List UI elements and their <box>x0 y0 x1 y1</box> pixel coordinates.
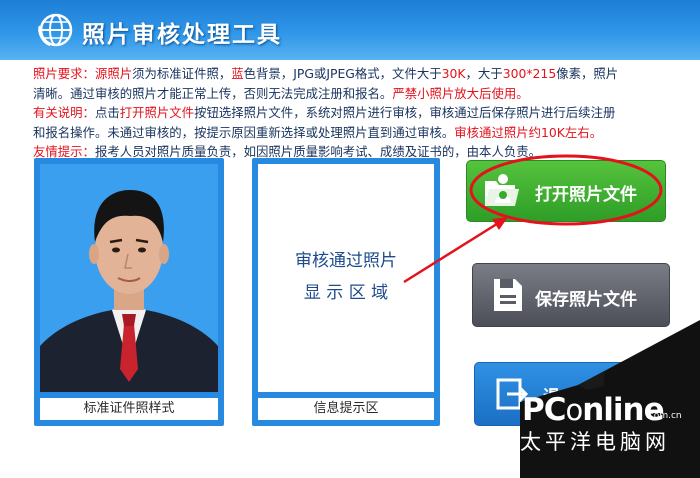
sample-id-photo <box>40 164 218 392</box>
display-area-text-1: 审核通过照片 <box>295 251 397 271</box>
info-panel: 审核通过照片 显 示 区 域 信息提示区 <box>252 158 440 426</box>
open-photo-button-label: 打开照片文件 <box>535 185 637 205</box>
watermark-domain: .com.cn <box>646 411 682 421</box>
save-document-icon <box>494 279 522 311</box>
sample-photo-caption: 标准证件照样式 <box>40 398 218 420</box>
save-photo-button-label: 保存照片文件 <box>535 290 637 310</box>
photo-display-area: 审核通过照片 显 示 区 域 <box>258 164 434 392</box>
sample-photo-panel: 标准证件照样式 <box>34 158 224 426</box>
notice-line-1: 照片要求：源照片须为标准证件照，蓝色背景，JPG或JPEG格式，文件大于30K，… <box>33 66 619 81</box>
open-photo-button[interactable]: 打开照片文件 <box>466 160 666 222</box>
app-header: 照片审核处理工具 <box>0 0 700 60</box>
watermark-cn-name: 太平洋电脑网 <box>520 430 670 454</box>
display-area-text-2: 显 示 区 域 <box>303 283 389 303</box>
save-photo-button[interactable]: 保存照片文件 <box>472 263 670 327</box>
globe-logo-icon <box>38 13 73 47</box>
notice-line-4: 和报名操作。未通过审核的，按提示原因重新选择或处理照片直到通过审核。审核通过照片… <box>33 124 603 140</box>
notice-text: 照片要求：源照片须为标准证件照，蓝色背景，JPG或JPEG格式，文件大于30K，… <box>33 64 655 162</box>
app-title: 照片审核处理工具 <box>82 22 282 48</box>
watermark-brand: PConline <box>522 392 665 428</box>
open-folder-photo-icon <box>485 174 519 206</box>
info-panel-caption: 信息提示区 <box>258 398 434 420</box>
notice-line-3: 有关说明：点击打开照片文件按钮选择照片文件，系统对照片进行审核，审核通过后保存照… <box>33 105 616 120</box>
notice-line-2: 清晰。通过审核的照片才能正常上传，否则无法完成注册和报名。严禁小照片放大后使用。 <box>33 85 529 101</box>
